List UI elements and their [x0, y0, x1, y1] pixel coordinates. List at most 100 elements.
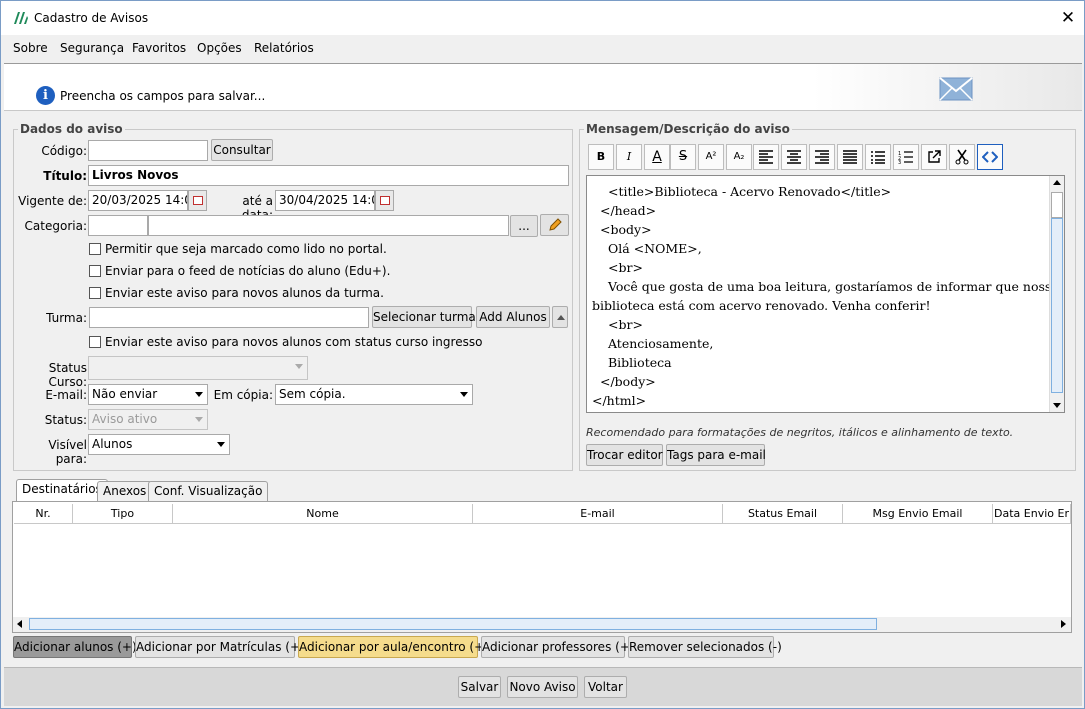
consultar-button[interactable]: Consultar: [211, 139, 273, 161]
pencil-icon[interactable]: [540, 214, 569, 236]
ate-input[interactable]: 30/04/2025 14:01: [275, 190, 375, 211]
status-curso-label: Status Curso:: [48, 361, 87, 389]
trocar-editor-button[interactable]: Trocar editor: [586, 444, 663, 466]
status-label: Status:: [44, 413, 87, 427]
turma-label: Turma:: [46, 311, 87, 325]
title-bar: Cadastro de Avisos ✕: [1, 1, 1084, 35]
scrollbar-thumb[interactable]: [1051, 192, 1063, 218]
dados-legend: Dados do aviso: [18, 122, 125, 136]
info-message: Preencha os campos para salvar...: [60, 89, 266, 103]
col-email[interactable]: E-mail: [473, 504, 723, 524]
calendar-icon[interactable]: [188, 190, 207, 211]
turma-input[interactable]: [89, 307, 369, 328]
justify-icon[interactable]: [837, 144, 863, 170]
menu-favoritos[interactable]: Favoritos: [132, 41, 186, 55]
cut-icon[interactable]: [949, 144, 975, 170]
col-msg-envio[interactable]: Msg Envio Email: [843, 504, 993, 524]
menu-opcoes[interactable]: Opções: [197, 41, 242, 55]
tab-anexos[interactable]: Anexos: [97, 481, 153, 501]
svg-text:3: 3: [898, 160, 901, 164]
close-icon[interactable]: ✕: [1055, 5, 1081, 31]
visivel-select[interactable]: Alunos: [88, 434, 230, 455]
status-select: Aviso ativo: [88, 409, 208, 430]
mail-icon: [939, 77, 973, 101]
categoria-name-input[interactable]: [148, 215, 509, 236]
codigo-input[interactable]: [88, 140, 208, 161]
bullet-list-icon[interactable]: [865, 144, 891, 170]
categoria-code-input[interactable]: [88, 215, 148, 236]
editor-line: Atenciosamente,: [608, 336, 714, 351]
checkbox-ingresso[interactable]: [89, 336, 101, 348]
adicionar-alunos-button[interactable]: Adicionar alunos (+): [13, 636, 137, 658]
scroll-up-icon[interactable]: [552, 306, 568, 328]
mensagem-legend: Mensagem/Descrição do aviso: [584, 122, 792, 136]
copia-select[interactable]: Sem cópia.: [275, 384, 473, 405]
salvar-button[interactable]: Salvar: [458, 676, 501, 698]
editor-line: Biblioteca: [608, 355, 672, 370]
align-right-icon[interactable]: [809, 144, 835, 170]
titulo-label: Título:: [43, 169, 87, 183]
editor-line: </head>: [600, 203, 657, 218]
adicionar-aula-button[interactable]: Adicionar por aula/encontro (+): [298, 636, 489, 658]
grid-hscrollbar[interactable]: [13, 617, 1071, 632]
bold-icon[interactable]: B: [588, 144, 614, 170]
email-label: E-mail:: [45, 388, 87, 402]
remover-selecionados-button[interactable]: Remover selecionados (-): [628, 636, 782, 658]
novo-aviso-button[interactable]: Novo Aviso: [507, 676, 578, 698]
editor-line: </html>: [592, 393, 647, 408]
info-icon: i: [36, 86, 55, 105]
hscroll-thumb[interactable]: [29, 618, 877, 630]
editor-line: Olá <NOME>,: [608, 241, 702, 256]
titulo-input[interactable]: Livros Novos: [88, 165, 569, 186]
calendar-icon[interactable]: [375, 190, 394, 211]
align-center-icon[interactable]: [781, 144, 807, 170]
editor-line: <br>: [608, 260, 643, 275]
col-nome[interactable]: Nome: [173, 504, 473, 524]
editor-scrollbar[interactable]: [1049, 176, 1064, 412]
checkbox-feed[interactable]: [89, 265, 101, 277]
editor-line: </body>: [600, 374, 656, 389]
categoria-label: Categoria:: [24, 219, 87, 233]
font-color-icon[interactable]: A: [644, 144, 670, 170]
menu-sobre[interactable]: Sobre: [13, 41, 48, 55]
tab-destinatarios[interactable]: Destinatários: [16, 479, 108, 501]
html-editor[interactable]: <title>Biblioteca - Acervo Renovado</tit…: [586, 175, 1065, 413]
tags-email-button[interactable]: Tags para e-mail: [666, 444, 766, 466]
app-logo-icon: [14, 12, 28, 24]
check-ingresso-label: Enviar este aviso para novos alunos com …: [105, 335, 483, 349]
adicionar-professores-button[interactable]: Adicionar professores (+): [481, 636, 635, 658]
editor-hint: Recomendado para formatações de negritos…: [586, 426, 1014, 439]
col-tipo[interactable]: Tipo: [73, 504, 173, 524]
col-status-email[interactable]: Status Email: [723, 504, 843, 524]
col-nr[interactable]: Nr.: [14, 504, 73, 524]
check-novos-label: Enviar este aviso para novos alunos da t…: [105, 286, 384, 300]
editor-line: <body>: [600, 222, 652, 237]
subscript-icon[interactable]: A₂: [726, 144, 752, 170]
checkbox-lido[interactable]: [89, 243, 101, 255]
codigo-label: Código:: [41, 144, 87, 158]
menu-bar: Sobre Segurança Favoritos Opções Relatór…: [1, 35, 1084, 61]
open-external-icon[interactable]: [921, 144, 947, 170]
categoria-browse-button[interactable]: ...: [510, 215, 538, 237]
checkbox-novos-alunos[interactable]: [89, 287, 101, 299]
window-title: Cadastro de Avisos: [34, 11, 149, 25]
strikethrough-icon[interactable]: S: [670, 144, 696, 170]
vigente-label: Vigente de:: [18, 194, 87, 208]
tab-conf-visualizacao[interactable]: Conf. Visualização: [148, 481, 269, 501]
col-data-envio[interactable]: Data Envio Er: [993, 504, 1071, 524]
add-alunos-button[interactable]: Add Alunos: [476, 306, 550, 328]
editor-line: <br>: [608, 317, 643, 332]
numbered-list-icon[interactable]: 123: [893, 144, 919, 170]
selecionar-turma-button[interactable]: Selecionar turma: [372, 306, 476, 328]
adicionar-matriculas-button[interactable]: Adicionar por Matrículas (+): [135, 636, 305, 658]
info-bar: i Preencha os campos para salvar...: [4, 63, 1082, 111]
menu-relatorios[interactable]: Relatórios: [254, 41, 314, 55]
source-code-icon[interactable]: [977, 144, 1003, 170]
italic-icon[interactable]: I: [616, 144, 642, 170]
align-left-icon[interactable]: [753, 144, 779, 170]
voltar-button[interactable]: Voltar: [584, 676, 627, 698]
email-select[interactable]: Não enviar: [88, 384, 208, 405]
superscript-icon[interactable]: A²: [698, 144, 724, 170]
menu-seguranca[interactable]: Segurança: [60, 41, 124, 55]
vigente-input[interactable]: 20/03/2025 14:01: [88, 190, 188, 211]
